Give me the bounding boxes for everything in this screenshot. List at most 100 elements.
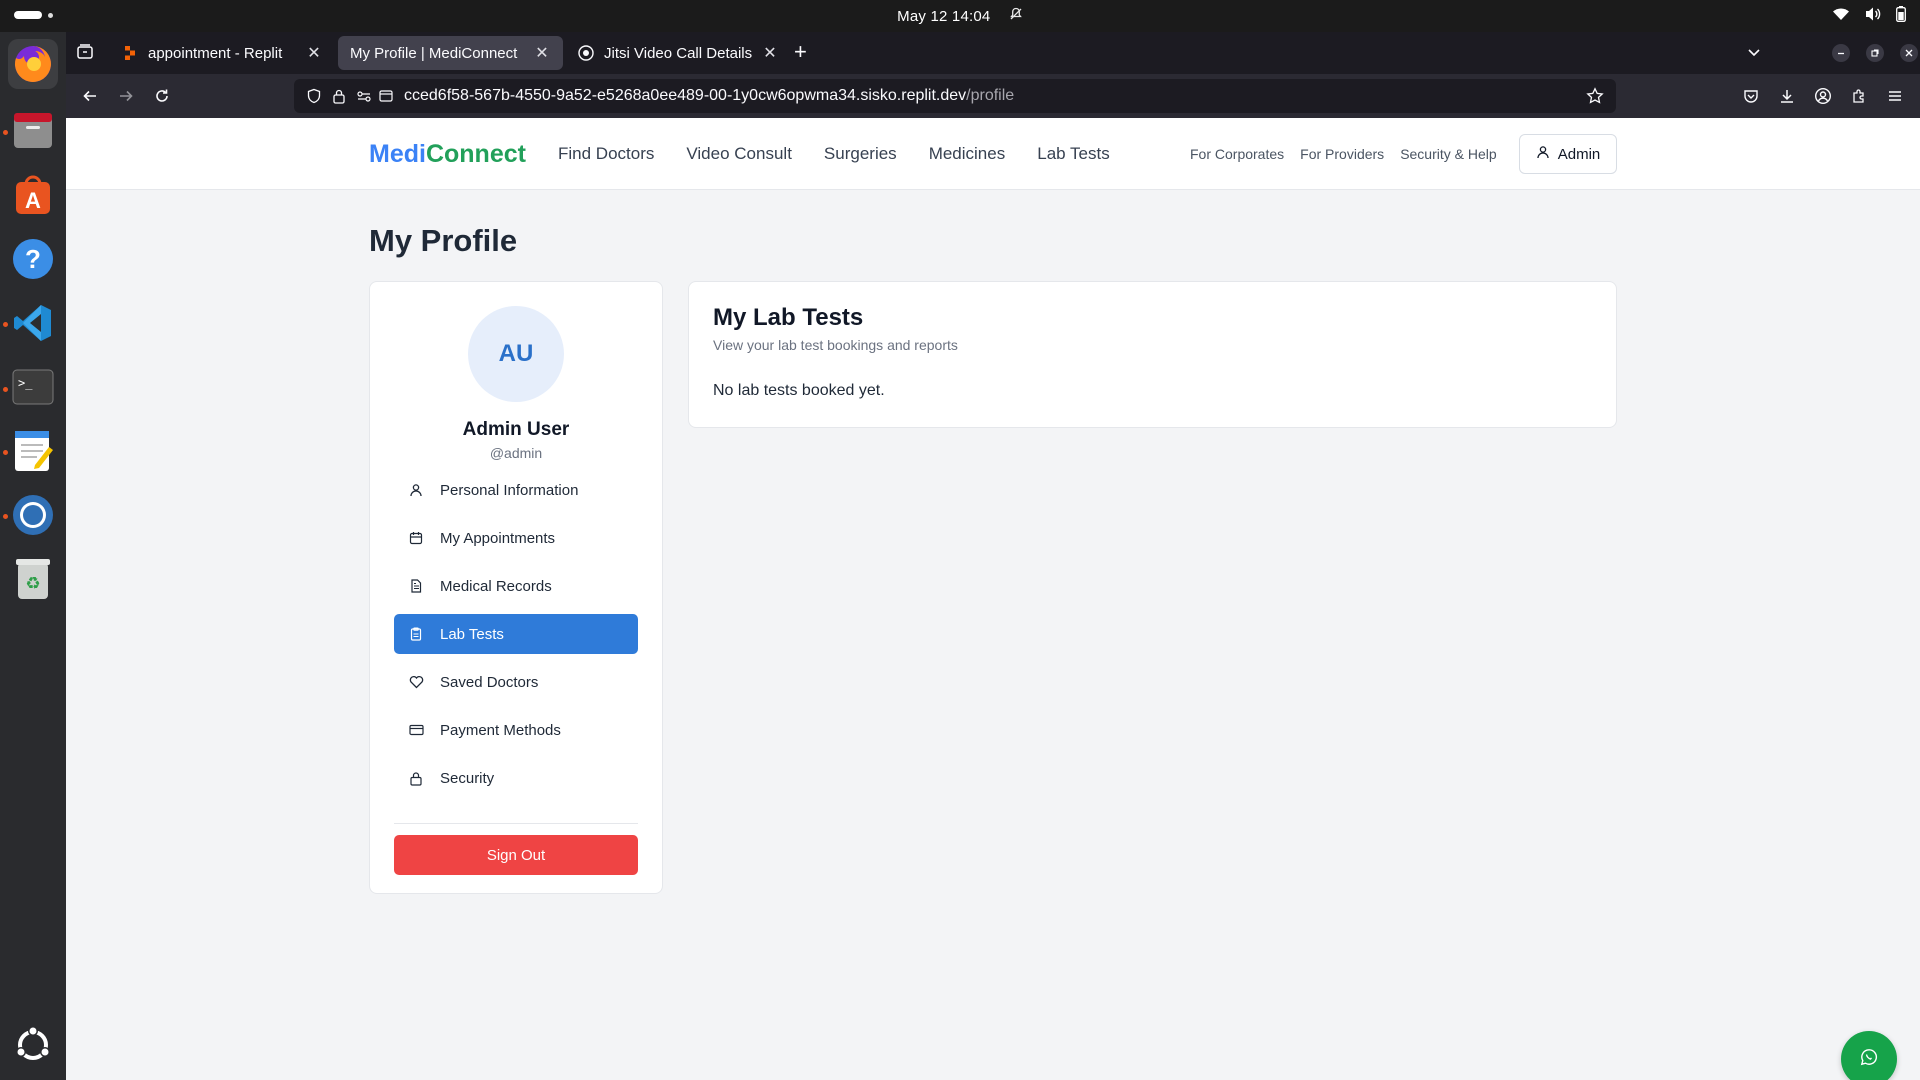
tab-jitsi-video-call[interactable]: Jitsi Video Call Details ✕: [566, 36, 791, 70]
battery-icon: [1896, 6, 1906, 22]
svg-text:A: A: [25, 188, 41, 213]
show-apps-icon[interactable]: [8, 1020, 58, 1070]
chat-icon: [1860, 1048, 1878, 1071]
notifications-muted-icon: [1009, 7, 1023, 24]
close-icon[interactable]: ✕: [305, 43, 323, 63]
section-title: My Lab Tests: [713, 304, 864, 331]
divider: [394, 823, 638, 824]
close-icon[interactable]: ✕: [533, 43, 551, 63]
app-center-dock-icon[interactable]: A: [8, 170, 58, 220]
menu-saved-doctors[interactable]: Saved Doctors: [394, 662, 638, 702]
close-icon[interactable]: ✕: [761, 43, 779, 63]
url-text: cced6f58-567b-4550-9a52-e5268a0ee489-00-…: [404, 87, 1015, 104]
tab-appointment-replit[interactable]: appointment - Replit ✕: [110, 36, 335, 70]
clipboard-icon: [408, 626, 424, 642]
back-button[interactable]: [78, 84, 102, 108]
forward-button[interactable]: [114, 84, 138, 108]
minimize-button[interactable]: [1832, 44, 1850, 62]
text-editor-dock-icon[interactable]: [8, 426, 58, 476]
svg-text:♻: ♻: [25, 574, 40, 594]
firefox-view-icon[interactable]: [76, 43, 94, 66]
menu-security[interactable]: Security: [394, 758, 638, 798]
nav-security-help[interactable]: Security & Help: [1400, 146, 1496, 162]
account-label: Admin: [1557, 145, 1601, 163]
navigation-toolbar: cced6f58-567b-4550-9a52-e5268a0ee489-00-…: [66, 74, 1920, 118]
nav-for-providers[interactable]: For Providers: [1300, 146, 1384, 162]
nav-medicines[interactable]: Medicines: [929, 144, 1006, 164]
account-icon[interactable]: [1811, 84, 1835, 108]
shield-icon[interactable]: [306, 88, 322, 109]
new-tab-button[interactable]: +: [794, 41, 807, 63]
system-top-bar: May 12 14:04: [0, 0, 1920, 32]
files-dock-icon[interactable]: [8, 106, 58, 156]
reload-button[interactable]: [150, 84, 174, 108]
list-tabs-icon[interactable]: [1746, 44, 1762, 65]
firefox-dock-icon[interactable]: [8, 39, 58, 89]
main-navigation: Find Doctors Video Consult Surgeries Med…: [558, 144, 1110, 164]
menu-label: Medical Records: [440, 577, 552, 595]
vscode-dock-icon[interactable]: [8, 298, 58, 348]
user-handle: @admin: [489, 445, 543, 461]
document-icon: [408, 578, 424, 594]
svg-text:?: ?: [25, 244, 41, 274]
extensions-icon[interactable]: [1847, 84, 1871, 108]
tab-strip: appointment - Replit ✕ My Profile | Medi…: [66, 32, 1920, 74]
heart-icon: [408, 674, 424, 690]
nav-lab-tests[interactable]: Lab Tests: [1037, 144, 1109, 164]
downloads-icon[interactable]: [1775, 84, 1799, 108]
user-icon: [1536, 145, 1550, 163]
menu-label: Security: [440, 769, 495, 787]
restore-button[interactable]: [1866, 44, 1884, 62]
menu-label: Saved Doctors: [440, 673, 539, 691]
tab-title: appointment - Replit: [148, 44, 283, 62]
tab-title: Jitsi Video Call Details: [604, 44, 753, 62]
nav-video-consult[interactable]: Video Consult: [686, 144, 792, 164]
menu-label: My Appointments: [440, 529, 556, 547]
site-header: MediConnect Find Doctors Video Consult S…: [66, 118, 1920, 190]
menu-label: Personal Information: [440, 481, 579, 499]
nav-find-doctors[interactable]: Find Doctors: [558, 144, 654, 164]
dock: A ? >_ ♻: [0, 32, 66, 1080]
address-bar[interactable]: cced6f58-567b-4550-9a52-e5268a0ee489-00-…: [294, 79, 1616, 113]
menu-medical-records[interactable]: Medical Records: [394, 566, 638, 606]
volume-icon: [1864, 6, 1882, 22]
account-button[interactable]: Admin: [1519, 134, 1617, 174]
page-icon[interactable]: [378, 88, 394, 109]
nav-for-corporates[interactable]: For Corporates: [1190, 146, 1284, 162]
lock-icon: [408, 770, 424, 786]
menu-label: Payment Methods: [440, 721, 561, 739]
page-title: My Profile: [369, 223, 518, 258]
svg-text:>_: >_: [18, 376, 33, 390]
avatar: AU: [468, 306, 564, 402]
page-content: MediConnect Find Doctors Video Consult S…: [66, 118, 1920, 1080]
menu-icon[interactable]: [1883, 84, 1907, 108]
chat-button[interactable]: [1841, 1031, 1897, 1080]
section-subtitle: View your lab test bookings and reports: [713, 337, 958, 353]
system-clock[interactable]: May 12 14:04: [0, 7, 1920, 25]
terminal-dock-icon[interactable]: >_: [8, 362, 58, 412]
system-tray[interactable]: [1832, 6, 1906, 22]
close-window-button[interactable]: [1900, 44, 1918, 62]
chromium-dock-icon[interactable]: [8, 490, 58, 540]
help-dock-icon[interactable]: ?: [8, 234, 58, 284]
bookmark-star-icon[interactable]: [1586, 87, 1604, 110]
lab-tests-card: My Lab Tests View your lab test bookings…: [688, 281, 1617, 428]
empty-state-message: No lab tests booked yet.: [713, 382, 885, 399]
tab-my-profile[interactable]: My Profile | MediConnect ✕: [338, 36, 563, 70]
nav-surgeries[interactable]: Surgeries: [824, 144, 897, 164]
lock-icon[interactable]: [332, 88, 346, 109]
pocket-icon[interactable]: [1739, 84, 1763, 108]
trash-dock-icon[interactable]: ♻: [8, 554, 58, 604]
replit-icon: [122, 45, 138, 61]
mediconnect-logo[interactable]: MediConnect: [369, 140, 526, 169]
menu-lab-tests[interactable]: Lab Tests: [394, 614, 638, 654]
wifi-icon: [1832, 7, 1850, 21]
clock-text: May 12 14:04: [897, 8, 991, 25]
menu-payment-methods[interactable]: Payment Methods: [394, 710, 638, 750]
sign-out-button[interactable]: Sign Out: [394, 835, 638, 875]
permissions-icon[interactable]: [356, 88, 372, 109]
user-name: Admin User: [462, 419, 570, 440]
menu-my-appointments[interactable]: My Appointments: [394, 518, 638, 558]
menu-personal-information[interactable]: Personal Information: [394, 470, 638, 510]
credit-card-icon: [408, 722, 424, 738]
